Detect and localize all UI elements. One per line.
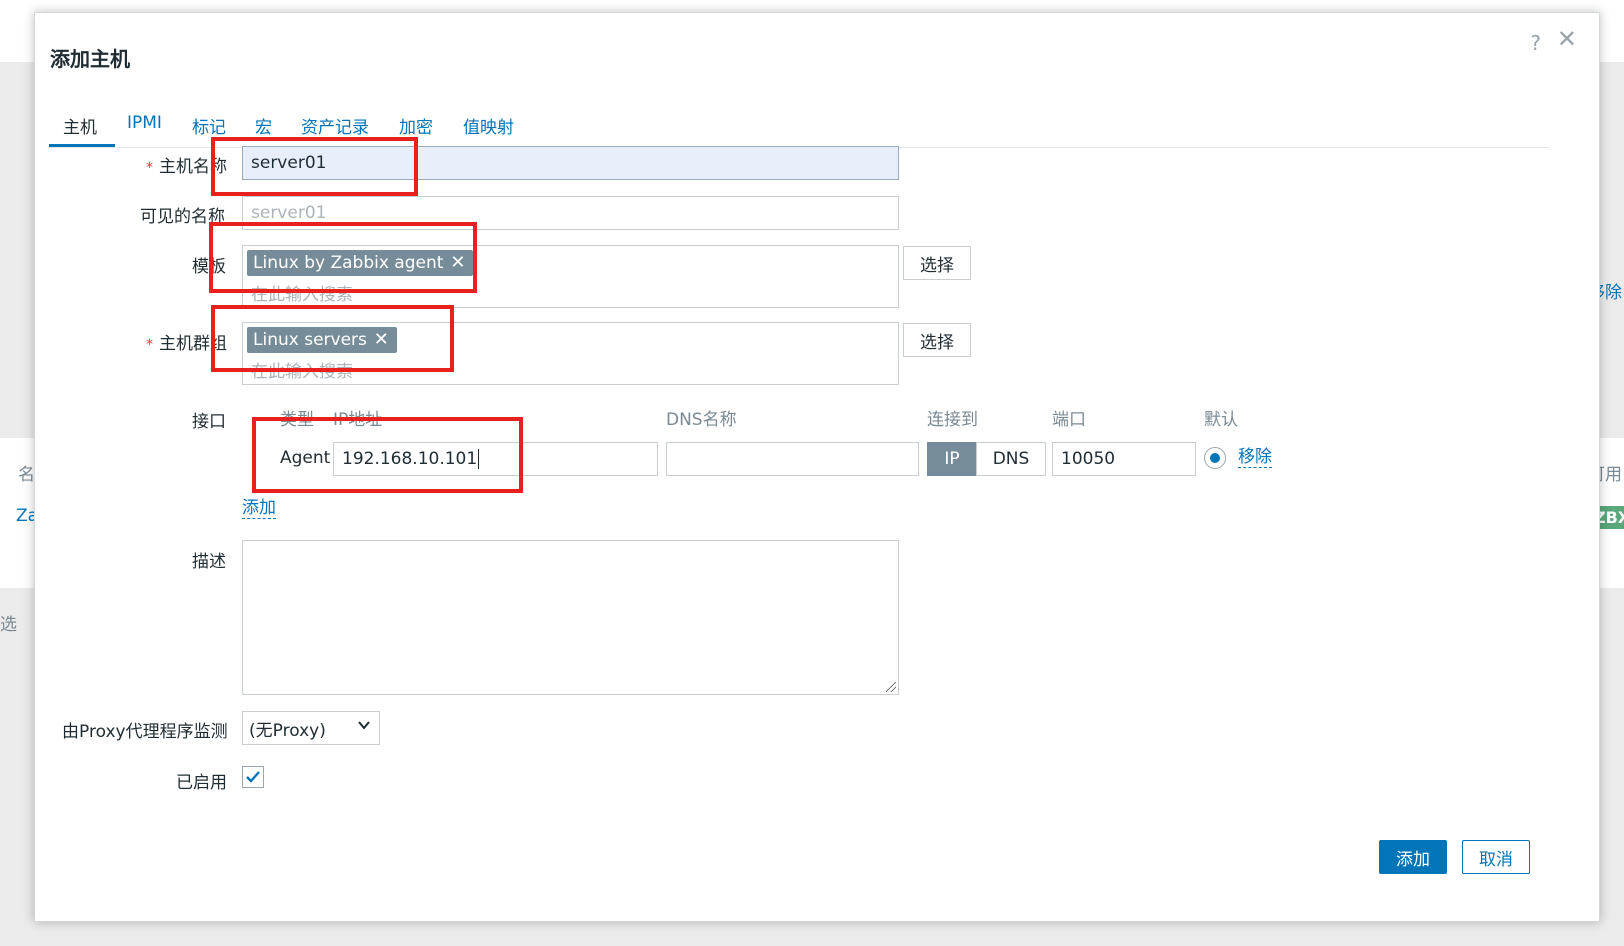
tab-ipmi[interactable]: IPMI [127, 113, 162, 133]
highlight-ip-address [252, 417, 523, 493]
description-label: 描述 [192, 552, 226, 572]
tab-macros[interactable]: 宏 [255, 113, 272, 138]
enabled-checkbox[interactable] [242, 766, 264, 788]
connect-ip-toggle[interactable]: IP [927, 442, 977, 476]
checkmark-icon [246, 771, 260, 783]
interface-dns-header: DNS名称 [666, 410, 737, 430]
tab-inventory[interactable]: 资产记录 [301, 113, 369, 138]
required-mark: * [146, 160, 153, 176]
tab-value-mapping[interactable]: 值映射 [463, 113, 514, 138]
help-icon[interactable]: ? [1530, 31, 1541, 55]
required-mark: * [146, 337, 153, 353]
interface-connect-header: 连接到 [927, 410, 978, 430]
interfaces-label: 接口 [192, 412, 226, 432]
active-tab-indicator [49, 144, 115, 147]
tab-encryption[interactable]: 加密 [399, 113, 433, 138]
interface-port-header: 端口 [1052, 410, 1086, 430]
interface-remove-link[interactable]: 移除 [1238, 448, 1272, 468]
highlight-host-name [211, 137, 418, 196]
tab-host[interactable]: 主机 [63, 113, 97, 138]
chevron-down-icon [358, 721, 370, 730]
proxy-select[interactable]: (无Proxy) [242, 711, 380, 745]
add-button[interactable]: 添加 [1379, 840, 1447, 874]
host-groups-select-button[interactable]: 选择 [903, 323, 971, 357]
dialog-title: 添加主机 [50, 47, 130, 71]
background-column-header: 名 [18, 465, 35, 485]
enabled-label: 已启用 [176, 773, 227, 793]
connect-dns-toggle[interactable]: DNS [976, 442, 1046, 476]
description-textarea[interactable] [242, 540, 899, 695]
highlight-host-group [211, 305, 454, 372]
interface-add-link[interactable]: 添加 [242, 499, 276, 519]
resize-grip-icon[interactable] [886, 682, 896, 692]
default-interface-radio[interactable] [1204, 447, 1226, 469]
cancel-button[interactable]: 取消 [1462, 840, 1530, 874]
interface-port-input[interactable]: 10050 [1052, 442, 1196, 476]
proxy-label: 由Proxy代理程序监测 [62, 722, 228, 742]
tab-tags[interactable]: 标记 [192, 113, 226, 138]
close-icon[interactable]: ✕ [1557, 27, 1577, 51]
interface-default-header: 默认 [1204, 410, 1238, 430]
interface-dns-input[interactable] [666, 442, 919, 476]
proxy-selected-value: (无Proxy) [249, 720, 326, 741]
background-filter-label: 选 [0, 615, 17, 635]
templates-select-button[interactable]: 选择 [903, 246, 971, 280]
highlight-template [209, 222, 477, 293]
